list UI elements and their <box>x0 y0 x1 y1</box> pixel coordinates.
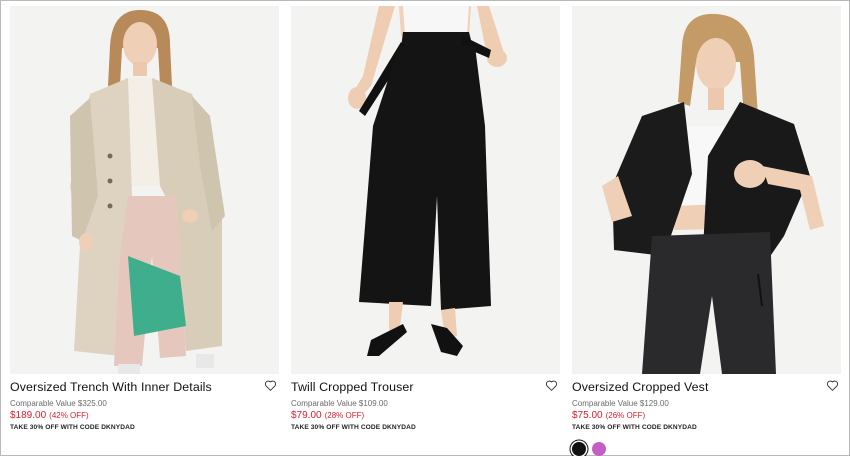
promo-text: TAKE 30% OFF WITH CODE DKNYDAD <box>291 424 416 431</box>
promo-text: TAKE 30% OFF WITH CODE DKNYDAD <box>572 424 697 431</box>
product-image-trouser[interactable] <box>291 6 560 374</box>
discount-percent: (42% OFF) <box>49 411 89 420</box>
sale-price: $189.00 <box>10 410 47 421</box>
price-row: $189.00 (42% OFF) <box>10 410 279 421</box>
product-image-vest[interactable] <box>572 6 841 374</box>
product-name[interactable]: Twill Cropped Trouser <box>291 380 560 394</box>
swatch-black[interactable] <box>572 442 586 456</box>
comparable-value: Comparable Value $129.00 <box>572 399 669 408</box>
product-image-trench[interactable] <box>10 6 279 374</box>
product-card: Oversized Cropped Vest Comparable Value … <box>572 6 841 456</box>
product-name[interactable]: Oversized Cropped Vest <box>572 380 841 394</box>
product-name[interactable]: Oversized Trench With Inner Details <box>10 380 279 394</box>
model-in-black-trousers-image <box>291 6 560 374</box>
heart-icon[interactable] <box>826 379 839 392</box>
comparable-value: Comparable Value $325.00 <box>10 399 107 408</box>
discount-percent: (26% OFF) <box>605 411 646 420</box>
discount-percent: (28% OFF) <box>324 411 365 420</box>
model-in-trench-coat-image <box>10 6 279 374</box>
sale-price: $79.00 <box>291 410 322 421</box>
heart-icon[interactable] <box>545 379 558 392</box>
product-title-row: Oversized Trench With Inner Details <box>10 380 279 396</box>
sale-price: $75.00 <box>572 410 603 421</box>
model-in-black-vest-image <box>572 6 841 374</box>
product-title-row: Twill Cropped Trouser <box>291 380 560 396</box>
swatch-purple[interactable] <box>592 442 606 456</box>
price-row: $79.00 (28% OFF) <box>291 410 560 421</box>
product-card: Twill Cropped Trouser Comparable Value $… <box>291 6 560 456</box>
color-swatches <box>572 442 841 456</box>
product-grid-frame: Oversized Trench With Inner Details Comp… <box>0 0 850 456</box>
product-grid: Oversized Trench With Inner Details Comp… <box>10 6 841 456</box>
price-row: $75.00 (26% OFF) <box>572 410 841 421</box>
comparable-value: Comparable Value $109.00 <box>291 399 388 408</box>
product-card: Oversized Trench With Inner Details Comp… <box>10 6 279 456</box>
promo-text: TAKE 30% OFF WITH CODE DKNYDAD <box>10 424 135 431</box>
product-title-row: Oversized Cropped Vest <box>572 380 841 396</box>
heart-icon[interactable] <box>264 379 277 392</box>
